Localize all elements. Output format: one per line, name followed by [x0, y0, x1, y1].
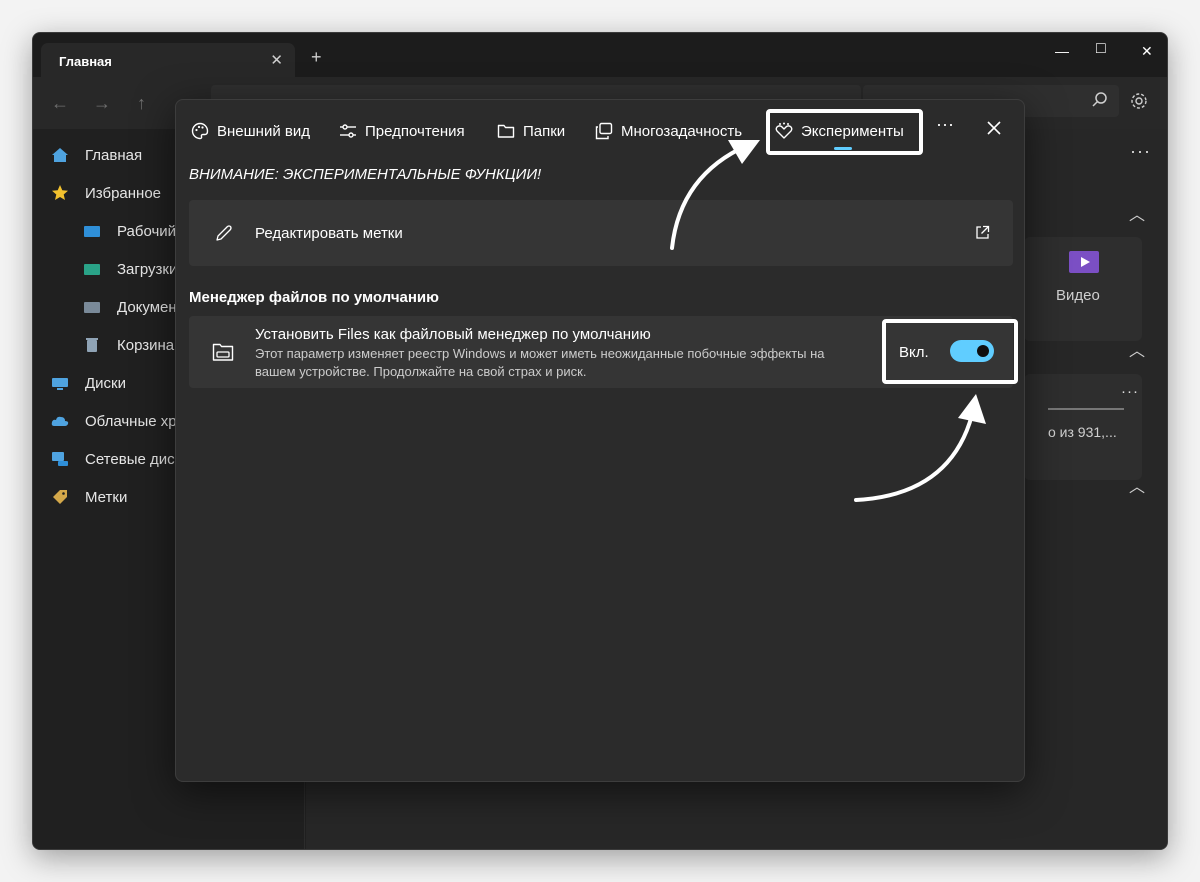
drive-icon — [52, 378, 68, 390]
tab-appearance[interactable]: Внешний вид — [191, 118, 310, 144]
chevron-up-icon[interactable]: ︿ — [1129, 337, 1145, 361]
drive-info: о из 931,... — [1048, 424, 1117, 440]
folder-drive-icon — [212, 343, 234, 361]
highlight-experiments-tab — [766, 109, 923, 155]
open-external-icon[interactable] — [975, 225, 990, 240]
downloads-folder-icon — [84, 264, 100, 275]
experimental-warning: ВНИМАНИЕ: ЭКСПЕРИМЕНТАЛЬНЫЕ ФУНКЦИИ! — [189, 166, 542, 183]
palette-icon — [191, 122, 209, 140]
sidebar-item-home[interactable]: Главная — [51, 143, 142, 167]
cloud-icon — [51, 416, 69, 426]
tab-label: Предпочтения — [365, 122, 465, 140]
close-window-button[interactable]: ✕ — [1141, 43, 1153, 60]
back-button[interactable]: ← — [51, 93, 69, 114]
sidebar-item-drives[interactable]: Диски — [51, 371, 126, 395]
gear-icon[interactable] — [1130, 92, 1148, 110]
section-title: Менеджер файлов по умолчанию — [189, 289, 439, 306]
network-icon — [52, 452, 68, 466]
new-tab-button[interactable]: + — [311, 47, 322, 68]
star-icon — [52, 185, 68, 200]
sidebar-item-network[interactable]: Сетевые диски — [51, 447, 181, 471]
documents-folder-icon — [84, 302, 100, 313]
more-tabs-icon[interactable]: ··· — [936, 114, 954, 135]
title-bar: Главная ✕ + — □ ✕ — [33, 33, 1167, 77]
default-manager-title: Установить Files как файловый менеджер п… — [255, 326, 651, 343]
video-label: Видео — [1056, 287, 1100, 304]
tab-title: Главная — [59, 54, 112, 69]
maximize-button[interactable]: □ — [1096, 40, 1106, 58]
up-button[interactable]: ↑ — [137, 93, 146, 114]
forward-button[interactable]: → — [93, 93, 111, 114]
multitask-icon — [595, 122, 613, 140]
close-dialog-icon[interactable] — [986, 120, 1002, 136]
tab-label: Многозадачность — [621, 122, 743, 140]
minimize-button[interactable]: — — [1055, 43, 1069, 59]
default-manager-description: Этот параметр изменяет реестр Windows и … — [255, 346, 825, 361]
recycle-bin-icon — [86, 338, 98, 352]
edit-tags-label: Редактировать метки — [255, 225, 403, 242]
chevron-up-icon[interactable]: ︿ — [1129, 201, 1145, 225]
pencil-icon — [216, 225, 232, 241]
tab-folders[interactable]: Папки — [497, 118, 565, 144]
tab-close-icon[interactable]: ✕ — [270, 51, 283, 69]
video-folder-card[interactable]: Видео — [1024, 237, 1142, 341]
folder-icon — [497, 124, 515, 138]
settings-dialog: Внешний вид Предпочтения Папки Многозада… — [175, 99, 1025, 782]
sidebar-item-tags[interactable]: Метки — [51, 485, 127, 509]
video-folder-icon — [1069, 251, 1099, 273]
tab-label: Папки — [523, 122, 566, 140]
edit-tags-row[interactable]: Редактировать метки — [189, 200, 1013, 266]
search-icon — [1092, 92, 1107, 107]
default-manager-description-2: вашем устройстве. Продолжайте на свой ст… — [255, 364, 587, 379]
home-icon — [52, 148, 68, 162]
sliders-icon — [340, 124, 356, 138]
tab-multitasking[interactable]: Многозадачность — [595, 118, 742, 144]
tab-preferences[interactable]: Предпочтения — [339, 118, 465, 144]
sidebar-item-favorites[interactable]: Избранное — [51, 181, 161, 205]
more-options-icon[interactable]: ··· — [1130, 141, 1151, 162]
chevron-up-icon[interactable]: ︿ — [1129, 473, 1145, 497]
tag-icon — [53, 490, 67, 504]
sidebar-item-cloud[interactable]: Облачные хранилища — [51, 409, 181, 433]
drive-usage-bar — [1048, 408, 1124, 410]
tab-label: Внешний вид — [217, 122, 310, 140]
highlight-toggle — [882, 319, 1018, 384]
tab-home[interactable]: Главная ✕ — [41, 43, 295, 77]
desktop-folder-icon — [84, 226, 100, 237]
drive-more-icon[interactable]: ··· — [1121, 383, 1139, 400]
